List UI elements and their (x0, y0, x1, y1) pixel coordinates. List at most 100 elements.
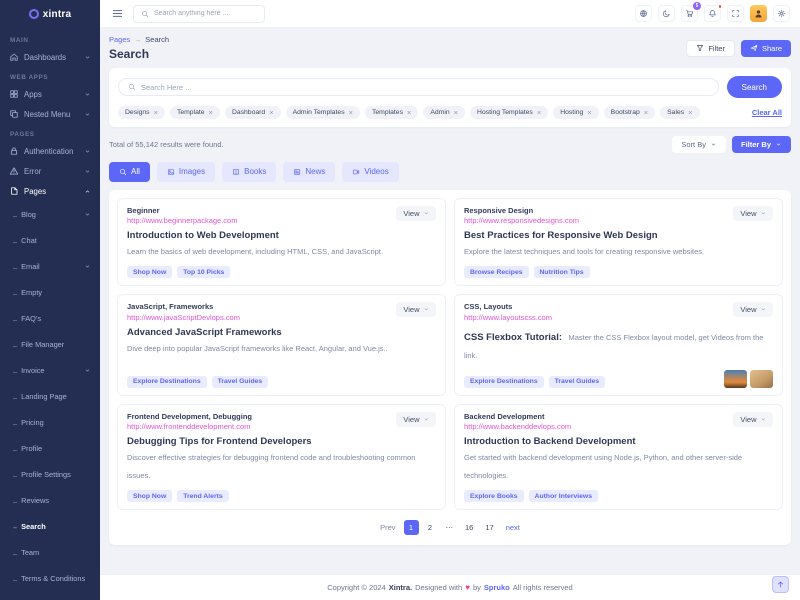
dark-mode-button[interactable] (658, 5, 675, 22)
result-url[interactable]: http://www.backenddevlops.com (464, 422, 571, 431)
pagination-page[interactable]: ⋯ (442, 520, 458, 535)
filter-tag[interactable]: Templates (365, 106, 418, 119)
filter-by-dropdown[interactable]: Filter By (732, 136, 791, 153)
thumbnail-image[interactable] (750, 370, 773, 388)
filter-tag[interactable]: Admin (423, 106, 465, 119)
cart-button[interactable]: 5 (681, 5, 698, 22)
sidebar-subitem[interactable]: Search (0, 513, 100, 539)
result-category: Responsive Design (464, 206, 579, 215)
sidebar-item[interactable]: Error (0, 161, 100, 181)
filter-tag[interactable]: Hosting Templates (470, 106, 548, 119)
filter-tag[interactable]: Sales (660, 106, 699, 119)
sidebar-item[interactable]: Authentication (0, 141, 100, 161)
sidebar-subitem[interactable]: Profile Settings (0, 461, 100, 487)
result-tag[interactable]: Trend Alerts (177, 490, 228, 502)
result-tag[interactable]: Explore Destinations (127, 376, 207, 388)
result-type-tab[interactable]: Books (222, 162, 276, 182)
pagination-next[interactable]: next (502, 520, 524, 535)
scroll-to-top-button[interactable] (772, 576, 789, 593)
sidebar-subitem[interactable]: Reviews (0, 487, 100, 513)
result-type-tab[interactable]: Images (157, 162, 215, 182)
sidebar-subitem[interactable]: Blog (0, 201, 100, 227)
share-button[interactable]: Share (741, 40, 791, 57)
view-button[interactable]: View (733, 302, 773, 317)
sidebar-subitem[interactable]: Terms & Conditions (0, 565, 100, 591)
filter-tag[interactable]: Designs (118, 106, 165, 119)
sidebar-subitem[interactable]: Timeline (0, 591, 100, 600)
filter-button[interactable]: Filter (686, 40, 735, 57)
logo-icon (29, 9, 39, 19)
sort-by-dropdown[interactable]: Sort By (672, 136, 726, 153)
search-submit-button[interactable]: Search (727, 76, 782, 98)
view-button[interactable]: View (396, 302, 436, 317)
language-button[interactable] (635, 5, 652, 22)
filter-tag[interactable]: Bootstrap (604, 106, 655, 119)
filter-tag[interactable]: Admin Templates (286, 106, 360, 119)
view-button[interactable]: View (396, 206, 436, 221)
result-tag[interactable]: Explore Books (464, 490, 524, 502)
sidebar-item[interactable]: Dashboards (0, 47, 100, 67)
sidebar-subitem[interactable]: Team (0, 539, 100, 565)
sidebar-subitem[interactable]: Email (0, 253, 100, 279)
search-input[interactable] (141, 83, 709, 92)
search-result-card: Backend Development http://www.backendde… (454, 404, 783, 511)
pagination-page[interactable]: 2 (423, 520, 438, 535)
result-tag[interactable]: Top 10 Picks (177, 266, 230, 278)
result-url[interactable]: http://www.beginnerpackage.com (127, 216, 237, 225)
fullscreen-button[interactable] (727, 5, 744, 22)
result-tag[interactable]: Explore Destinations (464, 376, 544, 388)
global-search-input[interactable] (154, 10, 257, 17)
sidebar-subitem[interactable]: Chat (0, 227, 100, 253)
result-tag[interactable]: Shop Now (127, 266, 172, 278)
result-tag[interactable]: Travel Guides (549, 376, 606, 388)
result-type-tab[interactable]: News (283, 162, 335, 182)
pagination-prev[interactable]: Prev (376, 520, 399, 535)
clear-all-link[interactable]: Clear All (752, 108, 782, 117)
result-tag[interactable]: Shop Now (127, 490, 172, 502)
chevron-down-icon (84, 188, 91, 195)
filter-tag[interactable]: Dashboard (225, 106, 281, 119)
sidebar-subitem[interactable]: FAQ's (0, 305, 100, 331)
sidebar-subitem[interactable]: Empty (0, 279, 100, 305)
sidebar-subitem[interactable]: Invoice (0, 357, 100, 383)
sidebar-item[interactable]: Apps (0, 84, 100, 104)
notifications-button[interactable] (704, 5, 721, 22)
chevron-down-icon (423, 416, 430, 423)
filter-tag[interactable]: Hosting (553, 106, 598, 119)
result-tag[interactable]: Browse Recipes (464, 266, 529, 278)
view-button[interactable]: View (733, 412, 773, 427)
chevron-down-icon (760, 416, 767, 423)
result-tag[interactable]: Nutrition Tips (534, 266, 590, 278)
footer-author-link[interactable]: Spruko (484, 583, 510, 592)
hamburger-icon (111, 7, 124, 20)
pagination-page[interactable]: 17 (481, 520, 497, 535)
settings-button[interactable] (773, 5, 790, 22)
result-url[interactable]: http://www.javaScriptDevlops.com (127, 313, 240, 322)
user-avatar[interactable] (750, 5, 767, 22)
sidebar-subitem[interactable]: File Manager (0, 331, 100, 357)
sidebar-item-icon (9, 89, 19, 99)
sidebar-item[interactable]: Pages (0, 181, 100, 201)
sidebar-subitem[interactable]: Pricing (0, 409, 100, 435)
app-logo[interactable]: xintra (0, 0, 100, 28)
sidebar-item[interactable]: Nested Menu (0, 104, 100, 124)
result-type-tab[interactable]: Videos (342, 162, 398, 182)
thumbnail-image[interactable] (724, 370, 747, 388)
view-button[interactable]: View (733, 206, 773, 221)
menu-toggle-button[interactable] (110, 7, 124, 21)
filter-tag[interactable]: Template (170, 106, 220, 119)
pagination-page[interactable]: 16 (461, 520, 477, 535)
dash-bullet (13, 231, 17, 249)
result-url[interactable]: http://www.layoutscss.com (464, 313, 552, 322)
pagination-page[interactable]: 1 (404, 520, 419, 535)
view-button[interactable]: View (396, 412, 436, 427)
result-tag[interactable]: Travel Guides (212, 376, 269, 388)
result-url[interactable]: http://www.responsivedesigns.com (464, 216, 579, 225)
result-url[interactable]: http://www.frontenddevelopment.com (127, 422, 252, 431)
breadcrumb-parent[interactable]: Pages (109, 35, 130, 44)
result-tag[interactable]: Author Interviews (529, 490, 598, 502)
dash-bullet (13, 205, 17, 223)
sidebar-subitem[interactable]: Landing Page (0, 383, 100, 409)
sidebar-subitem[interactable]: Profile (0, 435, 100, 461)
result-type-tab[interactable]: All (109, 162, 150, 182)
